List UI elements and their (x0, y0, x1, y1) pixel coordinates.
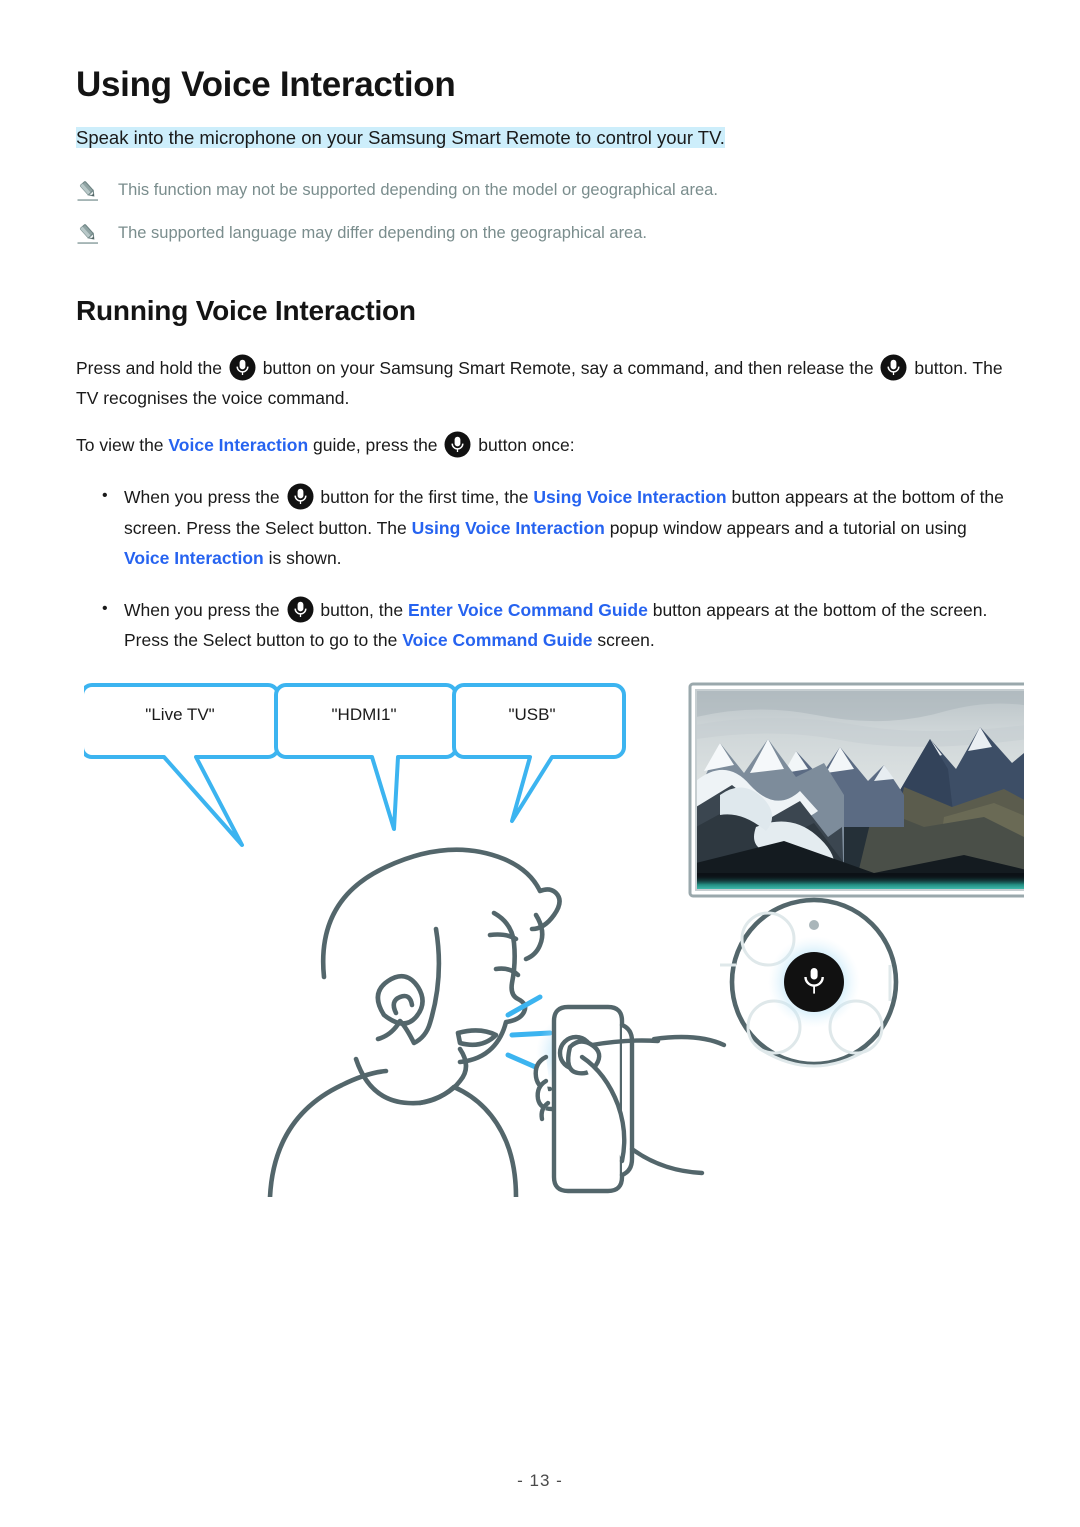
page-number: - 13 - (517, 1471, 563, 1490)
microphone-button-icon (287, 483, 314, 510)
pencil-icon (76, 180, 100, 202)
speech-bubble-live-tv (84, 682, 280, 847)
person-profile-line-art (267, 847, 562, 1197)
microphone-button-icon (229, 354, 256, 381)
subtitle-container: Speak into the microphone on your Samsun… (76, 124, 1004, 153)
bullet-text-part: screen. (597, 629, 655, 650)
note-item: The supported language may differ depend… (76, 222, 1004, 245)
bullet-text: When you press the button, the Enter Voi… (124, 595, 1004, 655)
microphone-button-icon (287, 596, 314, 623)
tv-set (688, 682, 1024, 898)
bullet-text-part: button, the (320, 599, 404, 620)
note-text: The supported language may differ depend… (118, 223, 647, 242)
paragraph-text-part: button on your Samsung Smart Remote, say… (262, 357, 874, 378)
notes-list: This function may not be supported depen… (76, 179, 1004, 245)
illustration-canvas (84, 682, 1024, 1197)
bullet-marker: • (102, 599, 108, 617)
bullet-item-first-press: • When you press the button for the firs… (76, 482, 1004, 572)
microphone-button-icon (784, 951, 844, 1012)
paragraph-to-view-guide: To view the Voice Interaction guide, pre… (76, 430, 1004, 460)
bullet-text-part: popup window appears and a tutorial on u… (609, 517, 967, 538)
bullet-text-part: is shown. (268, 547, 342, 568)
link-voice-command-guide[interactable]: Voice Command Guide (402, 630, 592, 650)
samsung-smart-remote (533, 1004, 727, 1194)
bullet-marker: • (102, 487, 108, 505)
paragraph-text-part: To view the (76, 435, 164, 456)
microphone-button-icon (880, 354, 907, 381)
link-using-voice-interaction[interactable]: Using Voice Interaction (533, 487, 726, 507)
link-enter-voice-command-guide[interactable]: Enter Voice Command Guide (408, 600, 648, 620)
bullet-text-part: button for the first time, the (320, 487, 529, 508)
section-heading: Running Voice Interaction (76, 294, 416, 326)
link-using-voice-interaction[interactable]: Using Voice Interaction (412, 518, 605, 538)
link-voice-interaction[interactable]: Voice Interaction (168, 435, 308, 455)
bullet-text-part: When you press the (124, 599, 280, 620)
voice-interaction-illustration: "Live TV" "HDMI1" "USB" (84, 677, 1024, 1197)
paragraph-text-part: guide, press the (313, 435, 438, 456)
paragraph-text-part: Press and hold the (76, 357, 222, 378)
bullet-list: • When you press the button for the firs… (76, 482, 1004, 654)
link-voice-interaction[interactable]: Voice Interaction (124, 548, 264, 568)
bullet-item-command-guide: • When you press the button, the Enter V… (76, 595, 1004, 655)
paragraph-text-part: button once: (478, 435, 575, 456)
speech-bubble-usb (452, 682, 626, 823)
pencil-icon (76, 223, 100, 245)
subtitle-highlighted: Speak into the microphone on your Samsun… (76, 127, 725, 148)
document-page: Using Voice Interaction Speak into the m… (0, 0, 1080, 1527)
note-text: This function may not be supported depen… (118, 180, 718, 199)
bullet-text-part: When you press the (124, 487, 280, 508)
bullet-text: When you press the button for the first … (124, 482, 1004, 572)
microphone-button-icon (444, 431, 471, 458)
note-item: This function may not be supported depen… (76, 179, 1004, 202)
remote-microphone-button-closeup (720, 897, 899, 1068)
speech-bubble-hdmi1 (274, 682, 458, 831)
paragraph-press-and-hold: Press and hold the button on your Samsun… (76, 353, 1004, 413)
page-title: Using Voice Interaction (76, 65, 456, 104)
